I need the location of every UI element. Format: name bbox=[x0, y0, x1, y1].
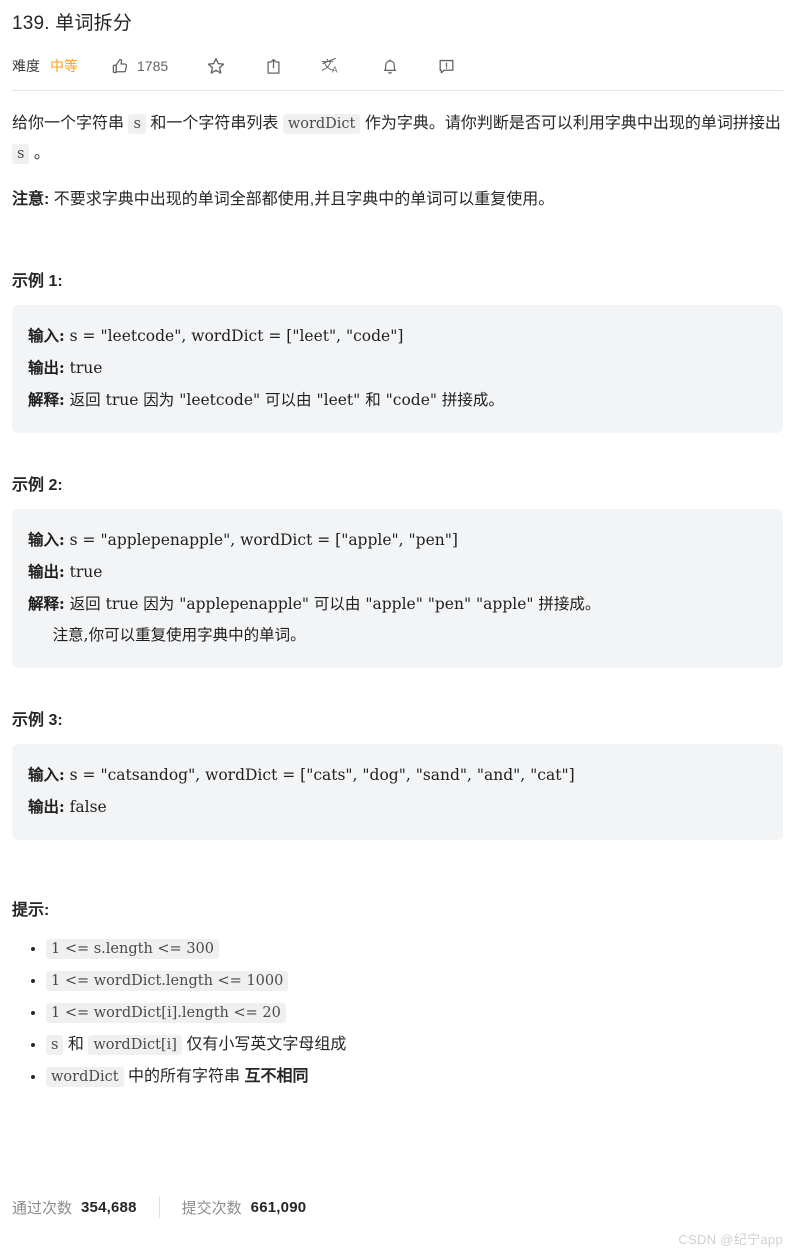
example-2-line-0-text: s = "applepenapple", wordDict = ["apple"… bbox=[64, 531, 458, 549]
example-1-heading: 示例 1: bbox=[12, 273, 63, 290]
pass-count-label: 通过次数 bbox=[12, 1199, 73, 1217]
example-1: 示例 1: 输入: s = "leetcode", wordDict = ["l… bbox=[12, 267, 783, 433]
notification-button[interactable] bbox=[381, 51, 399, 81]
report-button[interactable] bbox=[437, 51, 456, 81]
hint-item-3: 1 <= wordDict[i].length <= 20 bbox=[46, 998, 783, 1028]
problem-meta-bar: 难度 中等 1785 文 A bbox=[12, 48, 783, 84]
example-3-line-0-label: 输入: bbox=[28, 765, 65, 784]
example-1-line-1-label: 输出: bbox=[28, 358, 65, 377]
hint-code-4b: wordDict[i] bbox=[88, 1035, 182, 1055]
example-3-code: 输入: s = "catsandog", wordDict = ["cats",… bbox=[12, 744, 783, 840]
submit-count-value: 661,090 bbox=[250, 1198, 307, 1216]
desc-text-3: 作为字典。请你判断是否可以利用字典中出现的单词拼接出 bbox=[360, 115, 781, 132]
example-3-line-1-text: false bbox=[64, 798, 107, 816]
share-button[interactable] bbox=[264, 51, 283, 81]
report-icon bbox=[437, 57, 456, 76]
hint-text-4a: 和 bbox=[63, 1036, 89, 1053]
hint-text-4b: 仅有小写英文字母组成 bbox=[181, 1036, 347, 1053]
bell-icon bbox=[381, 57, 399, 76]
example-1-line-1-text: true bbox=[64, 359, 103, 377]
inline-code-worddict-1: wordDict bbox=[282, 114, 361, 134]
svg-text:A: A bbox=[332, 65, 338, 75]
translate-button[interactable]: 文 A bbox=[321, 51, 343, 81]
hint-item-4: s 和 wordDict[i] 仅有小写英文字母组成 bbox=[46, 1030, 783, 1060]
problem-stats: 通过次数 354,688 提交次数 661,090 bbox=[12, 1196, 306, 1218]
note-label: 注意: bbox=[12, 191, 50, 208]
hint-code-3: 1 <= wordDict[i].length <= 20 bbox=[46, 1003, 286, 1023]
desc-text-4: 。 bbox=[29, 145, 50, 162]
hint-code-2: 1 <= wordDict.length <= 1000 bbox=[46, 971, 289, 991]
example-2: 示例 2: 输入: s = "applepenapple", wordDict … bbox=[12, 471, 783, 668]
submit-count-label: 提交次数 bbox=[181, 1199, 242, 1217]
example-3: 示例 3: 输入: s = "catsandog", wordDict = ["… bbox=[12, 706, 783, 840]
vote-count: 1785 bbox=[137, 58, 169, 74]
problem-page: 139. 单词拆分 难度 中等 1785 文 A 给你一个字符串 s 和一个字符… bbox=[0, 0, 795, 1256]
translate-icon: 文 A bbox=[321, 56, 343, 76]
difficulty-label: 难度 bbox=[12, 58, 40, 74]
example-2-heading: 示例 2: bbox=[12, 477, 63, 494]
hints-heading: 提示: bbox=[12, 902, 50, 919]
hint-code-5: wordDict bbox=[46, 1067, 124, 1087]
example-2-line-1-label: 输出: bbox=[28, 562, 65, 581]
hints-list: 1 <= s.length <= 300 1 <= wordDict.lengt… bbox=[12, 934, 783, 1092]
note-paragraph: 注意: 不要求字典中出现的单词全部都使用,并且字典中的单词可以重复使用。 bbox=[12, 185, 783, 215]
example-1-code: 输入: s = "leetcode", wordDict = ["leet", … bbox=[12, 305, 783, 433]
example-3-heading: 示例 3: bbox=[12, 712, 63, 729]
problem-description: 给你一个字符串 s 和一个字符串列表 wordDict 作为字典。请你判断是否可… bbox=[12, 109, 783, 215]
desc-text-2: 和一个字符串列表 bbox=[145, 115, 283, 132]
watermark: CSDN @纪宁app bbox=[678, 1232, 783, 1247]
stats-divider bbox=[158, 1196, 160, 1218]
page-title: 139. 单词拆分 bbox=[12, 13, 133, 34]
hints-section: 提示: 1 <= s.length <= 300 1 <= wordDict.l… bbox=[12, 896, 783, 1092]
example-2-code: 输入: s = "applepenapple", wordDict = ["ap… bbox=[12, 509, 783, 668]
example-3-line-0-text: s = "catsandog", wordDict = ["cats", "do… bbox=[64, 766, 575, 784]
hint-code-4a: s bbox=[46, 1035, 64, 1055]
hint-code-1: 1 <= s.length <= 300 bbox=[46, 939, 219, 959]
example-3-line-1-label: 输出: bbox=[28, 797, 65, 816]
example-2-line-0-label: 输入: bbox=[28, 530, 65, 549]
pass-count-value: 354,688 bbox=[81, 1198, 137, 1216]
example-2-line-2-label: 解释: bbox=[28, 594, 65, 613]
hint-item-2: 1 <= wordDict.length <= 1000 bbox=[46, 966, 783, 996]
example-2-line-1-text: true bbox=[64, 563, 103, 581]
example-2-line-2-text: 返回 true 因为 "applepenapple" 可以由 "apple" "… bbox=[52, 595, 601, 644]
star-icon bbox=[206, 56, 226, 76]
hint-text-5: 中的所有字符串 bbox=[123, 1068, 245, 1085]
inline-code-s-1: s bbox=[128, 114, 146, 134]
example-1-line-2-text: 返回 true 因为 "leetcode" 可以由 "leet" 和 "code… bbox=[64, 391, 504, 409]
desc-text-1: 给你一个字符串 bbox=[12, 115, 129, 132]
header-divider bbox=[12, 90, 783, 91]
example-1-line-0-label: 输入: bbox=[28, 326, 65, 345]
thumbs-up-icon bbox=[111, 57, 130, 76]
example-1-line-2-label: 解释: bbox=[28, 390, 65, 409]
favorite-button[interactable] bbox=[206, 51, 226, 81]
description-paragraph: 给你一个字符串 s 和一个字符串列表 wordDict 作为字典。请你判断是否可… bbox=[12, 109, 783, 169]
inline-code-s-2: s bbox=[12, 144, 30, 164]
note-text: 不要求字典中出现的单词全部都使用,并且字典中的单词可以重复使用。 bbox=[49, 191, 555, 208]
difficulty-badge[interactable]: 中等 bbox=[50, 56, 78, 76]
vote-button[interactable]: 1785 bbox=[111, 51, 168, 81]
share-icon bbox=[264, 57, 283, 76]
hint-item-5: wordDict 中的所有字符串 互不相同 bbox=[46, 1062, 783, 1092]
hint-bold-5: 互不相同 bbox=[244, 1068, 309, 1085]
example-1-line-0-text: s = "leetcode", wordDict = ["leet", "cod… bbox=[64, 327, 404, 345]
hint-item-1: 1 <= s.length <= 300 bbox=[46, 934, 783, 964]
